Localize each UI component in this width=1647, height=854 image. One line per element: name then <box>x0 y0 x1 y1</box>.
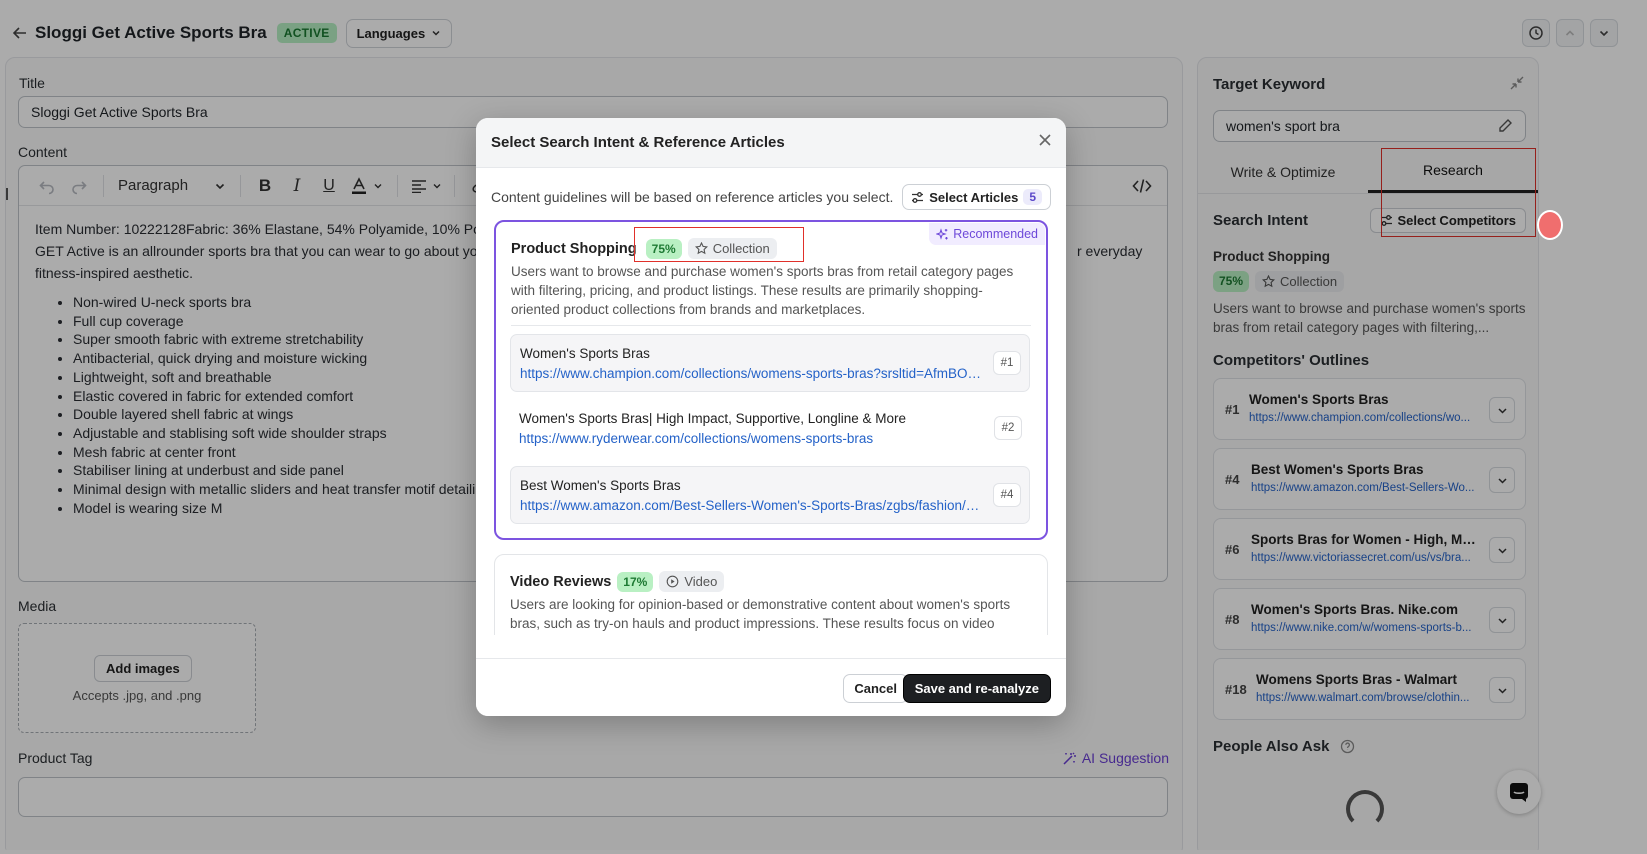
star-icon <box>694 242 708 255</box>
sliders-icon <box>912 191 924 203</box>
cancel-button[interactable]: Cancel <box>843 674 908 703</box>
intent-description-line: oriented product collections from brands… <box>511 302 866 317</box>
article-rank: #2 <box>994 416 1022 440</box>
recommended-badge: Recommended <box>929 223 1045 245</box>
play-icon <box>666 575 679 588</box>
intent-header: Product Shopping 75% Collection <box>511 238 777 259</box>
article-url[interactable]: https://www.champion.com/collections/wom… <box>520 366 986 381</box>
intent-name: Video Reviews <box>510 573 612 590</box>
article-rank: #1 <box>993 351 1021 375</box>
selected-count-badge: 5 <box>1023 189 1042 205</box>
floating-assistant-icon[interactable] <box>1537 210 1563 240</box>
intent-header: Video Reviews 17% Video <box>510 571 725 592</box>
recommended-label: Recommended <box>953 227 1038 241</box>
article-url[interactable]: https://www.ryderwear.com/collections/wo… <box>519 431 985 446</box>
intent-card-product-shopping[interactable]: Recommended Product Shopping 75% Collect… <box>494 220 1048 540</box>
article-title: Best Women's Sports Bras <box>520 478 681 493</box>
intent-percent-badge: 75% <box>645 238 682 259</box>
sparkle-icon <box>936 227 948 240</box>
search-intent-modal: Select Search Intent & Reference Article… <box>476 118 1066 716</box>
intent-description-line: Users want to browse and purchase women'… <box>511 264 1014 279</box>
reference-article[interactable]: Best Women's Sports Bras https://www.ama… <box>510 466 1030 524</box>
intent-description-line: Users are looking for opinion-based or d… <box>510 597 1011 612</box>
close-icon[interactable] <box>1038 133 1052 150</box>
article-rank: #4 <box>993 483 1021 507</box>
divider <box>511 325 1031 326</box>
intent-description-line: bras, such as try-on hauls and product i… <box>510 616 995 631</box>
intent-list: Recommended Product Shopping 75% Collect… <box>494 220 1048 635</box>
intent-type-badge: Video <box>659 571 725 592</box>
intent-type-label: Video <box>684 574 718 589</box>
save-reanalyze-button[interactable]: Save and re-analyze <box>902 674 1051 703</box>
modal-header: Select Search Intent & Reference Article… <box>476 118 1066 168</box>
intent-type-badge: Collection <box>687 238 777 259</box>
reference-article[interactable]: Women's Sports Bras| High Impact, Suppor… <box>510 400 1030 458</box>
modal-footer: Cancel Save and re-analyze <box>476 658 1066 716</box>
intent-card-video-reviews[interactable]: Video Reviews 17% Video Users are lookin… <box>494 554 1048 635</box>
article-title: Women's Sports Bras| High Impact, Suppor… <box>519 411 907 426</box>
modal-guideline-text: Content guidelines will be based on refe… <box>491 189 894 205</box>
intent-description-line: with filtering, pricing, and product lis… <box>511 283 983 298</box>
intent-type-label: Collection <box>712 241 770 256</box>
article-title: Women's Sports Bras <box>520 346 650 361</box>
select-articles-label: Select Articles <box>929 189 1019 205</box>
reference-article[interactable]: Women's Sports Bras https://www.champion… <box>510 334 1030 392</box>
modal-title: Select Search Intent & Reference Article… <box>491 134 785 151</box>
intent-name: Product Shopping <box>511 240 637 257</box>
select-articles-button[interactable]: Select Articles 5 <box>902 184 1051 210</box>
intent-percent-badge: 17% <box>617 571 654 592</box>
article-url[interactable]: https://www.amazon.com/Best-Sellers-Wome… <box>520 498 986 513</box>
